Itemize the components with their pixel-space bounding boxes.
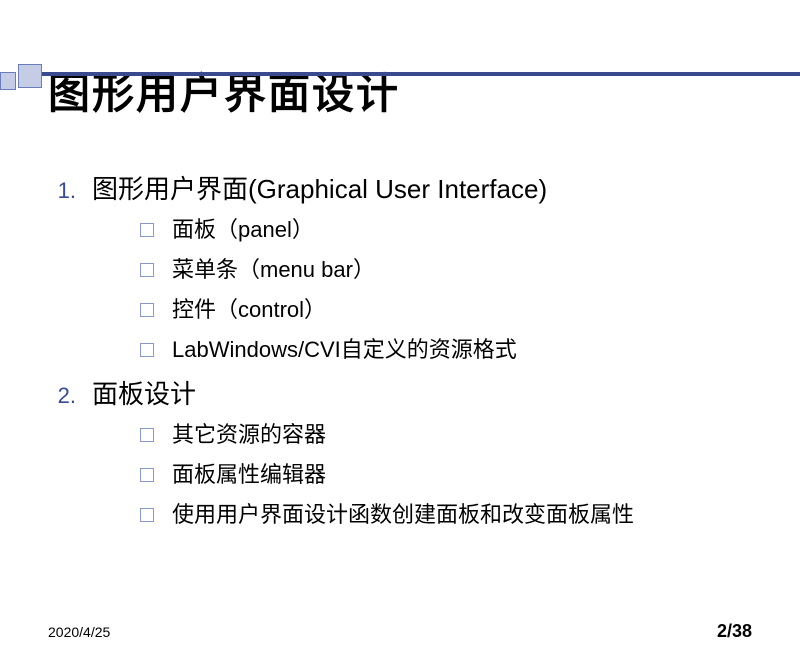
sub-text: 控件（control） (172, 292, 326, 324)
footer-date: 2020/4/25 (48, 624, 110, 640)
sub-marker-icon (140, 343, 154, 357)
sub-marker-icon (140, 508, 154, 522)
dec-line (42, 72, 800, 76)
list-item: 2. 面板设计 (50, 374, 800, 411)
footer-page: 2/38 (717, 621, 752, 642)
sub-marker-icon (140, 468, 154, 482)
sub-item: 面板（panel） (140, 212, 800, 244)
slide-content: 1. 图形用户界面(Graphical User Interface) 面板（p… (50, 169, 800, 529)
list-text: 面板设计 (92, 374, 196, 411)
sub-item: 控件（control） (140, 292, 800, 324)
sub-text: 面板属性编辑器 (172, 457, 326, 489)
list-marker: 1. (50, 178, 92, 204)
list-marker: 2. (50, 383, 92, 409)
sub-text: 菜单条（menu bar） (172, 252, 375, 284)
sub-list: 其它资源的容器 面板属性编辑器 使用用户界面设计函数创建面板和改变面板属性 (140, 417, 800, 529)
sub-marker-icon (140, 428, 154, 442)
sub-item: 使用用户界面设计函数创建面板和改变面板属性 (140, 497, 800, 529)
list-item: 1. 图形用户界面(Graphical User Interface) (50, 169, 800, 206)
sub-item: 其它资源的容器 (140, 417, 800, 449)
slide-decoration (0, 60, 800, 90)
sub-text: 使用用户界面设计函数创建面板和改变面板属性 (172, 497, 634, 529)
sub-marker-icon (140, 303, 154, 317)
slide-footer: 2020/4/25 2/38 (48, 621, 752, 642)
sub-item: 面板属性编辑器 (140, 457, 800, 489)
dec-square-1 (0, 72, 16, 90)
list-text: 图形用户界面(Graphical User Interface) (92, 169, 547, 206)
sub-marker-icon (140, 263, 154, 277)
sub-text: 其它资源的容器 (172, 417, 326, 449)
sub-text: LabWindows/CVI自定义的资源格式 (172, 332, 517, 364)
sub-item: LabWindows/CVI自定义的资源格式 (140, 332, 800, 364)
sub-text: 面板（panel） (172, 212, 314, 244)
sub-item: 菜单条（menu bar） (140, 252, 800, 284)
sub-marker-icon (140, 223, 154, 237)
sub-list: 面板（panel） 菜单条（menu bar） 控件（control） LabW… (140, 212, 800, 364)
dec-square-2 (18, 64, 42, 88)
